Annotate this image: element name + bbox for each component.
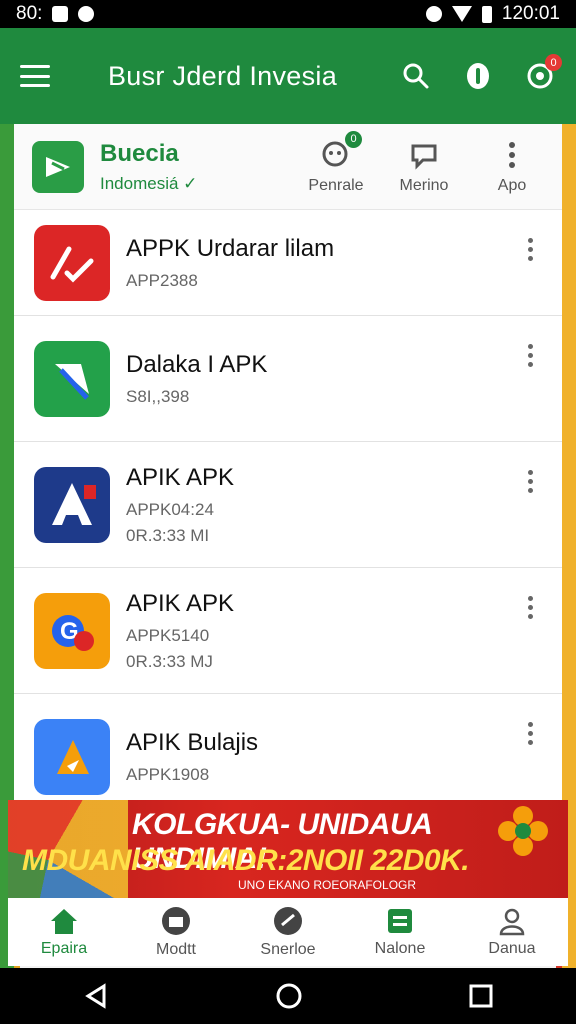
promo-banner[interactable]: KOLGKUA- UNIDAUA UNDIMIA! MDUANISS AIADR… — [8, 800, 568, 898]
flower-icon — [498, 806, 548, 856]
app-detail: 0R.3:33 MJ — [126, 651, 213, 671]
app-icon — [34, 340, 110, 417]
wifi-icon — [451, 6, 472, 22]
nav-label: Epaira — [40, 940, 88, 957]
list-item[interactable]: APIK APK APPK04:24 0R.3:33 MI — [14, 442, 562, 568]
nav-home[interactable]: Epaira — [14, 906, 114, 958]
more-vert-icon[interactable] — [518, 722, 542, 745]
banner-subheadline: MDUANISS AIADR:2NOII 22D0K. — [22, 844, 470, 877]
banner-caption: UNO EKANO ROEORAFOLOGR — [238, 878, 417, 892]
alarm-icon — [425, 6, 442, 22]
status-time: 120:01 — [501, 3, 560, 24]
app-title: APIK Bulajis — [126, 728, 259, 756]
header-badge: 0 — [345, 130, 362, 148]
status-bar: 80: 120:01 — [0, 0, 576, 28]
app-title: APIK APK — [126, 463, 235, 491]
bottom-navigation: Epaira Modtt Snerloe Nalone Danua — [8, 898, 568, 966]
list-item[interactable]: APPK Urdarar lilam APP2388 — [14, 210, 562, 316]
app-icon: G — [34, 592, 110, 669]
nav-nalone[interactable]: Nalone — [350, 906, 450, 958]
app-title: APPK Urdarar lilam — [126, 234, 335, 262]
app-bar: Busr Jderd Invesia 0 — [0, 28, 576, 124]
system-navigation — [0, 968, 576, 1024]
app-title: Busr Jderd Invesia — [108, 60, 338, 91]
app-subtitle: APPK04:24 — [126, 499, 214, 519]
shield-icon[interactable] — [462, 60, 494, 92]
home-icon — [51, 909, 77, 934]
app-icon — [34, 466, 110, 543]
header-action-label: Penrale — [308, 176, 364, 194]
gallery-icon — [52, 6, 69, 22]
header-action-merino[interactable]: Merino — [392, 139, 456, 195]
more-vert-icon[interactable] — [518, 470, 542, 493]
nav-label: Snerloe — [260, 941, 316, 958]
more-vert-icon[interactable] — [518, 238, 542, 261]
store-icon — [162, 907, 190, 935]
header-action-label: Apo — [497, 176, 527, 194]
brand-logo — [32, 140, 84, 193]
app-icon — [34, 224, 110, 301]
nav-danua[interactable]: Danua — [462, 906, 562, 958]
nav-snerloe[interactable]: Snerloe — [238, 905, 338, 959]
nav-label: Danua — [488, 940, 536, 957]
chat-icon: 0 — [320, 130, 362, 171]
header-action-apo[interactable]: Apo — [480, 139, 544, 195]
notification-badge: 0 — [545, 54, 562, 71]
more-vert-icon[interactable] — [518, 596, 542, 619]
battery-icon — [481, 5, 492, 23]
list-icon — [388, 909, 412, 933]
brand-header: Buecia Indomesiá ✓ 0 Penrale Merino Apo — [14, 124, 562, 210]
app-list: APPK Urdarar lilam APP2388 Dalaka I APK … — [14, 210, 562, 806]
app-subtitle: APP2388 — [126, 270, 198, 290]
header-action-label: Merino — [399, 176, 449, 194]
more-vert-icon[interactable] — [518, 344, 542, 367]
search-icon[interactable] — [400, 60, 432, 92]
list-item[interactable]: APIK Bulajis APPK1908 — [14, 694, 562, 806]
app-subtitle: S8I,,398 — [126, 386, 190, 406]
app-title: Dalaka I APK — [126, 350, 268, 378]
person-icon — [499, 908, 525, 936]
speed-icon — [274, 907, 302, 935]
app-subtitle: APPK1908 — [126, 764, 210, 784]
notification-bell-icon[interactable]: 0 — [524, 54, 562, 92]
brand-name: Buecia — [100, 139, 179, 167]
menu-icon[interactable] — [20, 65, 50, 87]
nav-label: Nalone — [374, 940, 426, 957]
nav-modtt[interactable]: Modtt — [126, 905, 226, 959]
app-title: APIK APK — [126, 589, 235, 617]
header-action-penrale[interactable]: 0 Penrale — [304, 130, 368, 195]
notification-icon — [78, 6, 95, 22]
app-icon — [34, 718, 110, 795]
nav-label: Modtt — [155, 941, 196, 958]
list-item[interactable]: G APIK APK APPK5140 0R.3:33 MJ — [14, 568, 562, 694]
status-left-text: 80: — [16, 3, 43, 24]
home-nav-icon[interactable] — [275, 982, 303, 1010]
message-icon — [408, 139, 440, 171]
recents-icon[interactable] — [468, 983, 494, 1009]
brand-subtitle: Indomesiá ✓ — [100, 173, 198, 193]
app-detail: 0R.3:33 MI — [126, 525, 210, 545]
back-icon[interactable] — [82, 982, 110, 1010]
app-subtitle: APPK5140 — [126, 625, 210, 645]
list-item[interactable]: Dalaka I APK S8I,,398 — [14, 316, 562, 442]
more-vert-icon — [496, 139, 528, 171]
